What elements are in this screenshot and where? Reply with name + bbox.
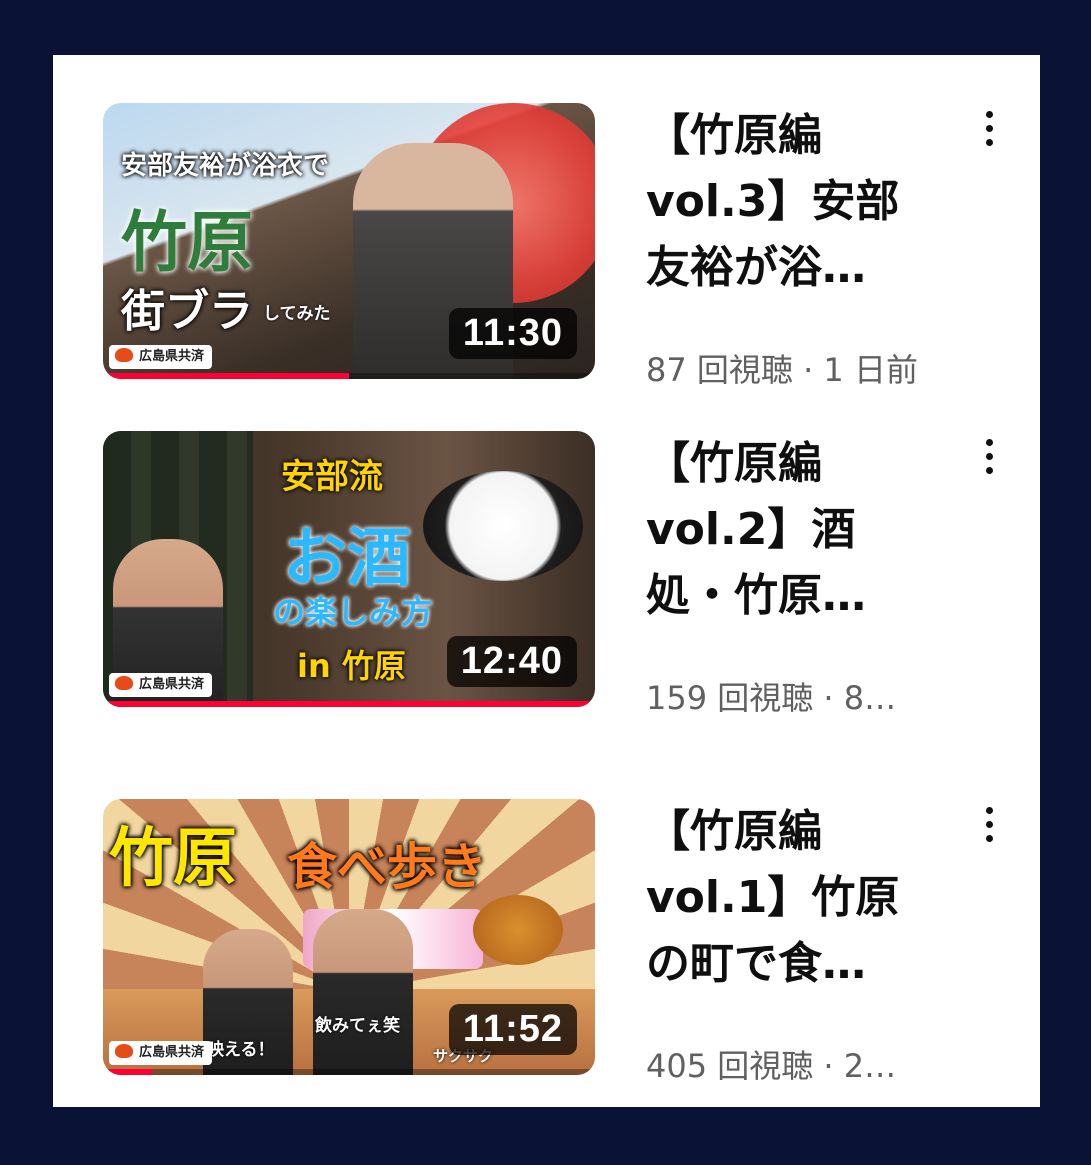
video-title-line: 【竹原編	[646, 438, 822, 489]
owl-logo-icon	[115, 676, 133, 690]
video-duration: 12:40	[446, 636, 577, 687]
watch-progress-bar	[103, 373, 595, 379]
video-meta: 87 回視聴 · 1 日前	[646, 351, 918, 389]
video-title-line: 処・竹原…	[646, 570, 866, 621]
channel-badge: 広島県共済	[109, 1041, 213, 1065]
video-title-line: 【竹原編	[646, 110, 822, 161]
video-title-line: 友裕が浴…	[646, 242, 866, 293]
thumbnail-line4: してみた	[263, 304, 331, 324]
watch-progress-bar	[103, 1069, 595, 1075]
video-meta: 159 回視聴 · 8…	[646, 679, 897, 717]
video-duration: 11:52	[448, 1004, 577, 1055]
video-title[interactable]: 【竹原編 vol.3】安部 友裕が浴…	[646, 103, 946, 301]
watch-progress-fill	[103, 701, 595, 707]
thumbnail-caption: 映える！	[207, 1040, 275, 1060]
thumbnail-line1: 安部流	[281, 457, 383, 497]
thumbnail-line2: 食べ歩き	[287, 838, 487, 896]
more-options-icon[interactable]	[983, 807, 995, 855]
video-title-line: の町で食…	[646, 938, 866, 989]
thumbnail-line3: の楽しみ方	[273, 593, 434, 631]
thumbnail-line1: 安部友裕が浴衣で	[121, 151, 330, 181]
channel-badge: 広島県共済	[109, 345, 213, 369]
channel-badge: 広島県共済	[109, 673, 213, 697]
thumbnail-line1: 竹原	[109, 822, 237, 896]
thumbnail-line3: 街ブラ	[121, 286, 253, 337]
more-options-icon[interactable]	[983, 439, 995, 487]
croquette-shape	[473, 895, 563, 965]
thumbnail-line4: in 竹原	[297, 647, 406, 685]
rice-bowl-shape	[423, 471, 583, 581]
video-thumbnail[interactable]: 安部友裕が浴衣で 竹原 街ブラ してみた 広島県共済 11:30	[103, 103, 595, 379]
video-title[interactable]: 【竹原編 vol.1】竹原 の町で食…	[646, 799, 946, 997]
thumbnail-line2: 竹原	[121, 203, 253, 281]
video-title-line: vol.3】安部	[646, 176, 900, 227]
thumbnail-line2: お酒	[283, 522, 411, 596]
watch-progress-fill	[103, 1069, 153, 1075]
video-title-line: vol.1】竹原	[646, 872, 900, 923]
owl-logo-icon	[115, 348, 133, 362]
video-list: 安部友裕が浴衣で 竹原 街ブラ してみた 広島県共済 11:30 【竹原編 vo…	[53, 55, 1040, 1107]
video-title[interactable]: 【竹原編 vol.2】酒 処・竹原…	[646, 431, 946, 629]
video-thumbnail[interactable]: 安部流 お酒 の楽しみ方 in 竹原 広島県共済 12:40	[103, 431, 595, 707]
video-title-line: vol.2】酒	[646, 504, 856, 555]
owl-logo-icon	[115, 1044, 133, 1058]
person-shape	[313, 909, 413, 1075]
thumbnail-caption: 飲みてぇ笑	[315, 1016, 400, 1036]
video-thumbnail[interactable]: 竹原 食べ歩き 映える！ 飲みてぇ笑 サクサク 広島県共済 11:52	[103, 799, 595, 1075]
more-options-icon[interactable]	[983, 111, 995, 159]
watch-progress-bar	[103, 701, 595, 707]
video-duration: 11:30	[448, 308, 577, 359]
watch-progress-fill	[103, 373, 349, 379]
video-title-line: 【竹原編	[646, 806, 822, 857]
video-meta: 405 回視聴 · 2…	[646, 1047, 897, 1085]
